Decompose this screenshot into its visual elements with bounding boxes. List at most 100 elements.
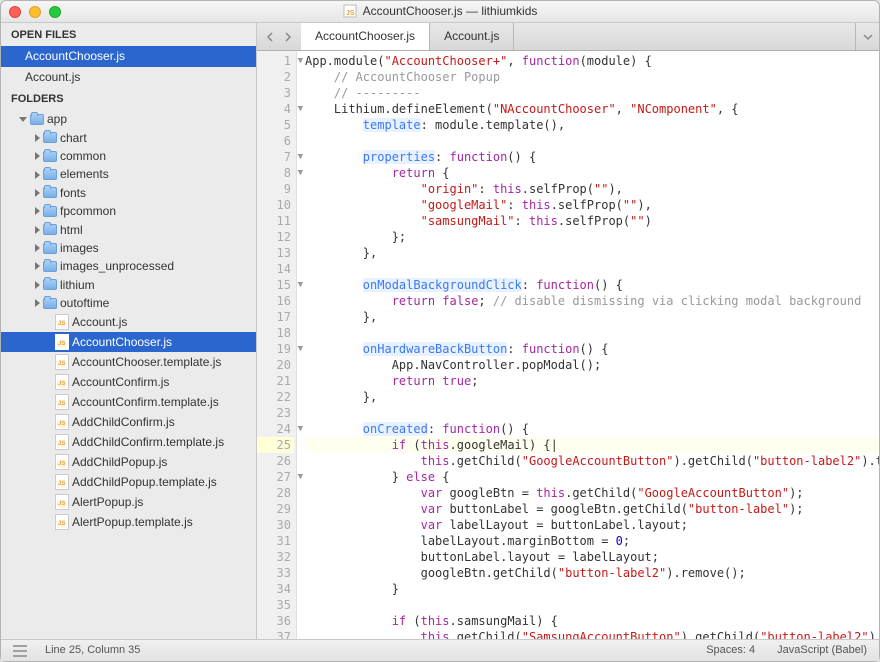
file-item[interactable]: AlertPopup.template.js: [1, 512, 256, 532]
code[interactable]: App.module("AccountChooser+", function(m…: [297, 51, 879, 639]
folder-icon: [43, 298, 57, 309]
tree-item-label: AccountChooser.template.js: [72, 355, 221, 369]
open-files-list: AccountChooser.jsAccount.js: [1, 46, 256, 87]
tab-overflow-button[interactable]: [855, 23, 879, 50]
folder-item[interactable]: fpcommon: [1, 202, 256, 220]
file-item[interactable]: AlertPopup.js: [1, 492, 256, 512]
tree-item-label: AddChildPopup.template.js: [72, 475, 217, 489]
js-file-icon: [55, 514, 69, 530]
title-center: JS AccountChooser.js — lithiumkids: [343, 4, 538, 18]
folder-icon: [43, 224, 57, 235]
disclosure-icon[interactable]: [35, 134, 40, 142]
file-item[interactable]: AccountChooser.template.js: [1, 352, 256, 372]
folders-header: FOLDERS: [1, 87, 256, 110]
folder-item[interactable]: html: [1, 221, 256, 239]
editor-pane: AccountChooser.jsAccount.js 1▼234▼567▼8▼…: [257, 23, 879, 639]
gutter[interactable]: 1▼234▼567▼8▼9101112131415▼16171819▼20212…: [257, 51, 297, 639]
folder-icon: [43, 243, 57, 254]
disclosure-icon[interactable]: [35, 171, 40, 179]
file-item[interactable]: AddChildConfirm.js: [1, 412, 256, 432]
nav-back-button[interactable]: [261, 28, 279, 46]
folder-icon: [43, 169, 57, 180]
disclosure-icon[interactable]: [35, 207, 40, 215]
tree-item-label: AlertPopup.js: [72, 495, 143, 509]
tab[interactable]: AccountChooser.js: [301, 23, 430, 50]
close-icon[interactable]: [9, 6, 21, 18]
file-item[interactable]: AccountConfirm.js: [1, 372, 256, 392]
js-file-icon: [55, 394, 69, 410]
tree-item-label: fpcommon: [60, 204, 116, 218]
zoom-icon[interactable]: [49, 6, 61, 18]
menu-icon[interactable]: [13, 645, 27, 657]
open-file-item[interactable]: AccountChooser.js: [1, 46, 256, 66]
disclosure-icon[interactable]: [35, 281, 40, 289]
js-file-icon: [55, 374, 69, 390]
tabbar: AccountChooser.jsAccount.js: [257, 23, 879, 51]
tree-item-label: AccountConfirm.js: [72, 375, 169, 389]
window-controls: [9, 6, 61, 18]
svg-text:JS: JS: [346, 10, 355, 17]
tree-item-label: outoftime: [60, 296, 109, 310]
folder-item[interactable]: common: [1, 147, 256, 165]
folder-icon: [43, 151, 57, 162]
tree-item-label: elements: [60, 167, 109, 181]
language-mode[interactable]: JavaScript (Babel): [777, 644, 867, 657]
js-file-icon: JS: [343, 4, 357, 18]
js-file-icon: [55, 474, 69, 490]
disclosure-icon[interactable]: [35, 244, 40, 252]
folder-icon: [43, 206, 57, 217]
tree-item-label: chart: [60, 131, 87, 145]
tree-item-label: AddChildPopup.js: [72, 455, 167, 469]
editor-window: JS AccountChooser.js — lithiumkids OPEN …: [0, 0, 880, 662]
nav-arrows: [257, 23, 301, 50]
code-area[interactable]: 1▼234▼567▼8▼9101112131415▼16171819▼20212…: [257, 51, 879, 639]
cursor-position[interactable]: Line 25, Column 35: [45, 644, 140, 657]
tree-item-label: AddChildConfirm.template.js: [72, 435, 224, 449]
folder-item[interactable]: chart: [1, 129, 256, 147]
tree-item-label: AddChildConfirm.js: [72, 415, 175, 429]
file-item[interactable]: AccountConfirm.template.js: [1, 392, 256, 412]
file-item[interactable]: AddChildPopup.template.js: [1, 472, 256, 492]
minimize-icon[interactable]: [29, 6, 41, 18]
tree-item-label: app: [47, 112, 67, 126]
file-item[interactable]: Account.js: [1, 312, 256, 332]
js-file-icon: [55, 334, 69, 350]
disclosure-icon[interactable]: [35, 189, 40, 197]
js-file-icon: [55, 454, 69, 470]
folder-tree: appchartcommonelementsfontsfpcommonhtmli…: [1, 110, 256, 532]
folder-item[interactable]: app: [1, 110, 256, 128]
folder-item[interactable]: fonts: [1, 184, 256, 202]
folder-item[interactable]: outoftime: [1, 294, 256, 312]
open-files-header: OPEN FILES: [1, 23, 256, 46]
disclosure-icon[interactable]: [35, 226, 40, 234]
titlebar[interactable]: JS AccountChooser.js — lithiumkids: [1, 1, 879, 23]
js-file-icon: [55, 354, 69, 370]
js-file-icon: [55, 494, 69, 510]
indent-setting[interactable]: Spaces: 4: [706, 644, 755, 657]
disclosure-icon[interactable]: [35, 262, 40, 270]
tree-item-label: AccountConfirm.template.js: [72, 395, 219, 409]
folder-item[interactable]: images: [1, 239, 256, 257]
nav-forward-button[interactable]: [279, 28, 297, 46]
folder-item[interactable]: images_unprocessed: [1, 257, 256, 275]
tab-container: AccountChooser.jsAccount.js: [301, 23, 514, 50]
file-item[interactable]: AddChildPopup.js: [1, 452, 256, 472]
tab[interactable]: Account.js: [430, 23, 514, 50]
folder-icon: [43, 279, 57, 290]
folder-item[interactable]: lithium: [1, 276, 256, 294]
folder-icon: [43, 187, 57, 198]
window-title: AccountChooser.js — lithiumkids: [363, 4, 538, 18]
sidebar[interactable]: OPEN FILES AccountChooser.jsAccount.js F…: [1, 23, 257, 639]
open-file-item[interactable]: Account.js: [1, 67, 256, 87]
tree-item-label: AccountChooser.js: [72, 335, 172, 349]
folder-icon: [43, 132, 57, 143]
main: OPEN FILES AccountChooser.jsAccount.js F…: [1, 23, 879, 639]
file-item[interactable]: AddChildConfirm.template.js: [1, 432, 256, 452]
folder-item[interactable]: elements: [1, 165, 256, 183]
tree-item-label: Account.js: [72, 315, 127, 329]
file-item[interactable]: AccountChooser.js: [1, 332, 256, 352]
disclosure-icon[interactable]: [35, 152, 40, 160]
js-file-icon: [55, 434, 69, 450]
disclosure-icon[interactable]: [19, 117, 27, 122]
disclosure-icon[interactable]: [35, 299, 40, 307]
